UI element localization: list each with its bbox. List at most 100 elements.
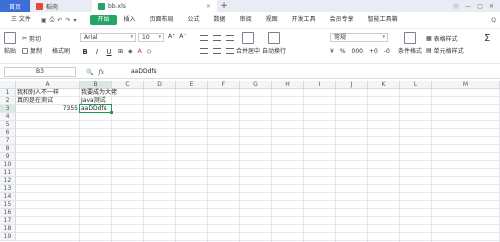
cell-a2[interactable]: 真的是在测试 (16, 97, 80, 105)
row-header-5[interactable]: 5 (0, 121, 16, 129)
cut-button[interactable]: ✂ 剪切 (22, 34, 41, 43)
menu-smart-tools[interactable]: 智能工具箱 (361, 15, 405, 25)
column-header-e[interactable]: E (176, 81, 208, 89)
menu-home[interactable]: 开始 (90, 15, 117, 25)
row-header-8[interactable]: 8 (0, 145, 16, 153)
conditional-format-button[interactable]: 条件格式 (398, 32, 422, 55)
row-header-9[interactable]: 9 (0, 153, 16, 161)
align-top-row[interactable] (200, 35, 237, 41)
column-header-m[interactable]: M (432, 81, 500, 89)
autosum-button[interactable]: Σ (484, 33, 490, 44)
spreadsheet-grid[interactable]: A B C D E F G H I J K L M 1 2 3 4 5 6 7 8 9 10 11 12 13 14 15 16 17 18… (0, 81, 500, 242)
save-icon[interactable]: ▣ (41, 17, 47, 24)
column-header-h[interactable]: H (272, 81, 304, 89)
align-horizontal-row[interactable] (200, 48, 237, 54)
paste-button[interactable]: 粘贴 (4, 32, 16, 55)
row-header-19[interactable]: 19 (0, 233, 16, 241)
close-window-icon[interactable]: ✕ (489, 3, 494, 10)
menu-view[interactable]: 视图 (259, 15, 285, 25)
bold-button[interactable]: B (80, 48, 90, 57)
row-header-10[interactable]: 10 (0, 161, 16, 169)
avatar[interactable] (453, 3, 460, 9)
copy-button[interactable]: 复制 (22, 46, 42, 55)
zoom-icon[interactable]: 🔍 (86, 69, 93, 76)
menu-data[interactable]: 数据 (207, 15, 233, 25)
formula-input[interactable]: aaDDdfs (131, 67, 157, 77)
row-header-6[interactable]: 6 (0, 129, 16, 137)
increase-font-icon[interactable]: A⁺ (168, 33, 175, 40)
row-header-1[interactable]: 1 (0, 89, 16, 97)
column-header-g[interactable]: G (240, 81, 272, 89)
more-icon[interactable]: ▾ (73, 17, 76, 24)
search-icon[interactable]: Q (491, 17, 496, 24)
row-header-11[interactable]: 11 (0, 169, 16, 177)
row-header-13[interactable]: 13 (0, 185, 16, 193)
row-header-15[interactable]: 15 (0, 201, 16, 209)
border-icon[interactable]: ⊞ (118, 48, 123, 55)
menu-review[interactable]: 审阅 (233, 15, 259, 25)
menu-page-layout[interactable]: 页面布局 (143, 15, 181, 25)
clear-icon[interactable]: ◇ (147, 48, 152, 55)
percent-icon[interactable]: % (340, 48, 346, 55)
increase-decimal-icon[interactable]: +0 (369, 48, 378, 55)
name-box[interactable]: B3 (4, 67, 76, 77)
menu-developer[interactable]: 开发工具 (285, 15, 323, 25)
menu-insert[interactable]: 插入 (117, 15, 143, 25)
italic-button[interactable]: I (92, 48, 102, 57)
number-format-select[interactable]: 常规 ▾ (330, 33, 388, 42)
column-header-l[interactable]: L (400, 81, 432, 89)
new-tab-button[interactable]: + (217, 0, 231, 12)
close-tab-icon[interactable]: ✕ (206, 3, 211, 10)
row-header-7[interactable]: 7 (0, 137, 16, 145)
merge-center-button[interactable]: 合并居中 (236, 32, 260, 55)
row-header-3[interactable]: 3 (0, 105, 16, 113)
table-style-button[interactable]: ▦ 表格样式 (426, 34, 458, 43)
tab-docer[interactable]: 稻壳 (30, 0, 92, 12)
row-header-4[interactable]: 4 (0, 113, 16, 121)
redo-icon[interactable]: ↷ (65, 17, 70, 24)
cell-a1[interactable]: 我和别人不一样 (16, 89, 80, 97)
font-size-select[interactable]: 10 ▾ (138, 33, 164, 42)
currency-icon[interactable]: ¥ (330, 48, 334, 55)
row-header-12[interactable]: 12 (0, 177, 16, 185)
cell-a3[interactable]: 7355 (16, 105, 80, 113)
row-header-2[interactable]: 2 (0, 97, 16, 105)
cell-b1[interactable]: 我要成为大佬 (80, 89, 117, 97)
fill-color-icon[interactable]: ◈ (128, 48, 133, 55)
menu-member[interactable]: 会员专享 (323, 15, 361, 25)
fx-icon[interactable]: fx (98, 69, 104, 76)
underline-button[interactable]: U (104, 48, 114, 57)
font-color-icon[interactable]: A (138, 48, 142, 55)
tab-home[interactable]: 首页 (0, 0, 30, 12)
thousands-icon[interactable]: 000 (352, 48, 363, 55)
column-header-k[interactable]: K (368, 81, 400, 89)
column-header-c[interactable]: C (112, 81, 144, 89)
print-icon[interactable]: ⎙ (50, 16, 55, 24)
row-header-18[interactable]: 18 (0, 225, 16, 233)
column-header-j[interactable]: J (336, 81, 368, 89)
column-header-i[interactable]: I (304, 81, 336, 89)
row-header-16[interactable]: 16 (0, 209, 16, 217)
file-menu[interactable]: 三 文件 (4, 15, 38, 25)
wrap-text-button[interactable]: 自动换行 (262, 32, 286, 55)
row-header-14[interactable]: 14 (0, 193, 16, 201)
select-all-corner[interactable] (0, 81, 16, 89)
minimize-icon[interactable]: — (465, 3, 471, 10)
font-name-select[interactable]: Arial ▾ (80, 33, 136, 42)
decrease-font-icon[interactable]: A⁻ (179, 33, 186, 40)
fill-handle[interactable] (110, 111, 113, 114)
column-header-f[interactable]: F (208, 81, 240, 89)
spreadsheet-icon (98, 2, 105, 10)
menu-formulas[interactable]: 公式 (181, 15, 207, 25)
decrease-decimal-icon[interactable]: -0 (384, 48, 390, 55)
format-painter-button[interactable]: 格式刷 (52, 46, 70, 55)
column-header-d[interactable]: D (144, 81, 176, 89)
column-header-b[interactable]: B (80, 81, 112, 89)
row-header-17[interactable]: 17 (0, 217, 16, 225)
column-header-a[interactable]: A (16, 81, 80, 89)
cell-style-button[interactable]: ▤ 单元格样式 (426, 46, 464, 55)
tab-file[interactable]: bb.xls ✕ (92, 0, 217, 12)
grid-line (16, 160, 500, 161)
maximize-icon[interactable]: ▢ (477, 3, 483, 10)
undo-icon[interactable]: ↶ (57, 17, 62, 24)
